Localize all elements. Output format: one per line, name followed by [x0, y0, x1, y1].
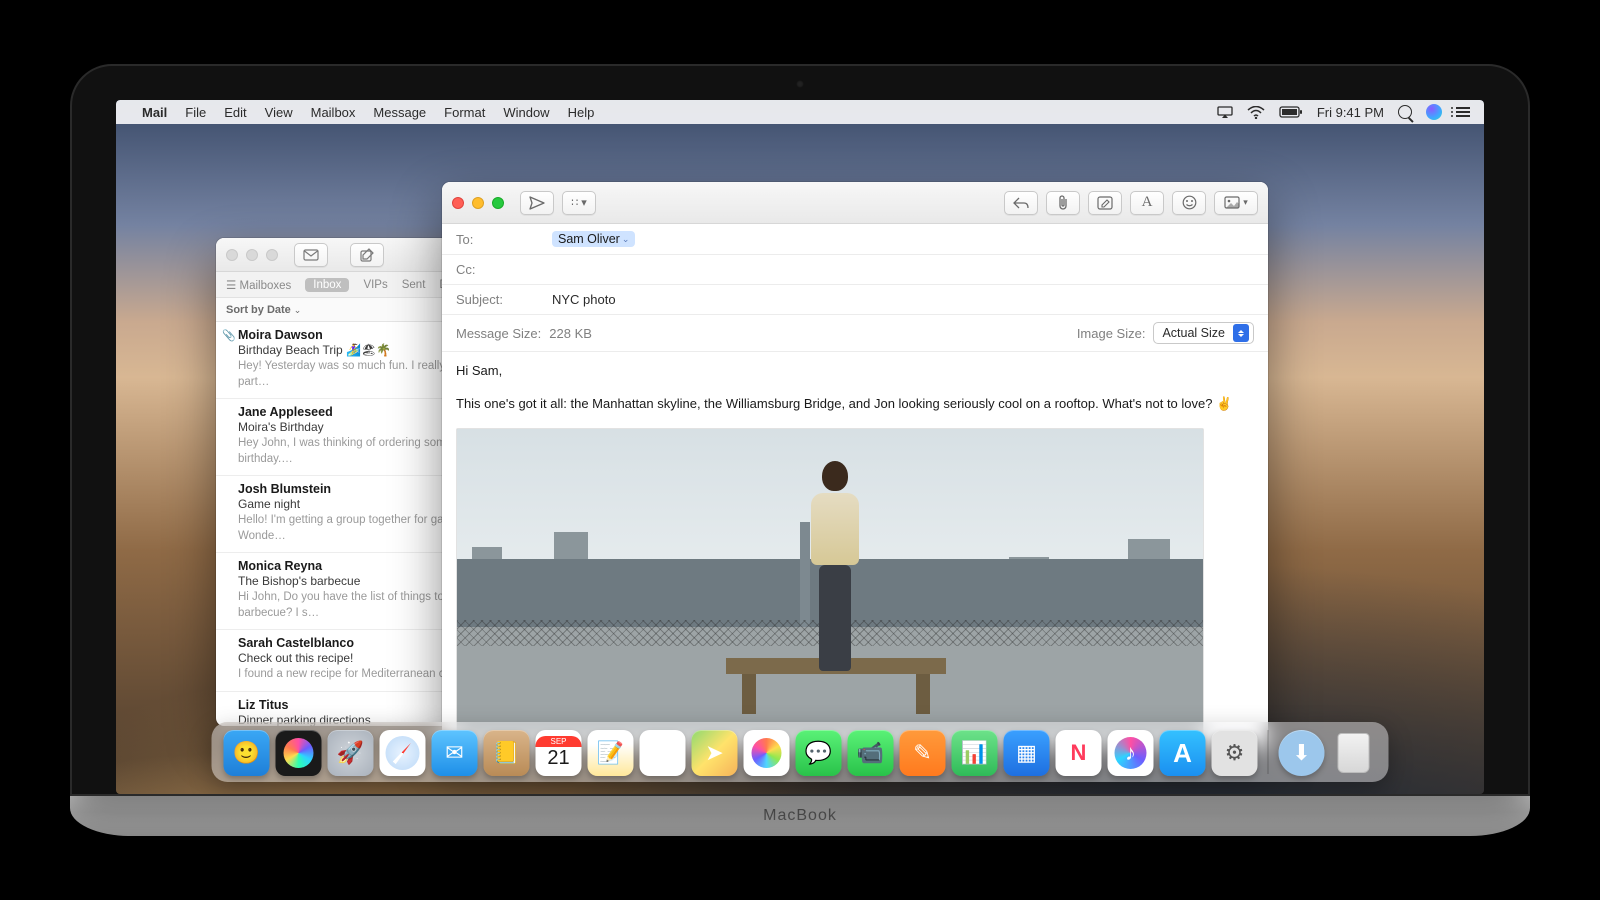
format-button[interactable]: A	[1130, 191, 1164, 215]
cc-label: Cc:	[456, 262, 552, 277]
dock-calendar-icon[interactable]: SEP21	[536, 730, 582, 776]
message-sender: Moira Dawson	[238, 328, 323, 342]
favorites-vips[interactable]: VIPs	[363, 279, 387, 291]
message-sender: Monica Reyna	[238, 559, 322, 573]
window-controls	[226, 249, 278, 261]
dock-contacts-icon[interactable]: 📒	[484, 730, 530, 776]
emoji-button[interactable]	[1172, 191, 1206, 215]
dock-finder-icon[interactable]: 🙂	[224, 730, 270, 776]
desktop-screen: Mail File Edit View Mailbox Message Form…	[116, 100, 1484, 794]
attached-photo[interactable]	[456, 428, 1204, 740]
menubar-app-name[interactable]: Mail	[142, 105, 167, 120]
menubar-file[interactable]: File	[185, 105, 206, 120]
dock-pages-icon[interactable]: ✎	[900, 730, 946, 776]
select-stepper-icon	[1233, 324, 1249, 342]
compose-titlebar[interactable]: ∷ ▾ A ▾	[442, 182, 1268, 224]
dock-appstore-icon[interactable]: A	[1160, 730, 1206, 776]
screen-bezel: Mail File Edit View Mailbox Message Form…	[70, 64, 1530, 796]
message-sender: Josh Blumstein	[238, 482, 331, 496]
message-sender: Jane Appleseed	[238, 405, 333, 419]
dock-maps-icon[interactable]: ➤	[692, 730, 738, 776]
favorites-sent[interactable]: Sent	[402, 279, 426, 291]
send-button[interactable]	[520, 191, 554, 215]
window-controls	[452, 197, 504, 209]
dock-downloads-icon[interactable]: ⬇︎	[1279, 730, 1325, 776]
dock-news-icon[interactable]: N	[1056, 730, 1102, 776]
compose-button[interactable]	[350, 243, 384, 267]
image-size-label: Image Size:	[1077, 326, 1146, 341]
favorites-inbox[interactable]: Inbox	[305, 278, 349, 292]
message-size-row: Message Size: 228 KB Image Size: Actual …	[442, 315, 1268, 352]
dock-itunes-icon[interactable]: ♪	[1108, 730, 1154, 776]
attach-button[interactable]	[1046, 191, 1080, 215]
dock-separator	[1268, 730, 1269, 774]
spotlight-search-icon[interactable]	[1398, 105, 1412, 119]
macos-menubar: Mail File Edit View Mailbox Message Form…	[116, 100, 1484, 124]
dock: 🙂 🚀 ✉︎ 📒 SEP21 📝 ☑︎ ➤ 💬 📹 ✎ 📊 ▦ N ♪ A	[212, 722, 1389, 782]
window-zoom-button[interactable]	[492, 197, 504, 209]
subject-label: Subject:	[456, 292, 552, 307]
wifi-icon[interactable]	[1247, 106, 1265, 119]
menubar-help[interactable]: Help	[568, 105, 595, 120]
compose-body[interactable]: Hi Sam, This one's got it all: the Manha…	[442, 352, 1268, 748]
body-greeting: Hi Sam,	[456, 362, 1254, 381]
laptop-hinge: MacBook	[70, 796, 1530, 836]
sort-label: Sort by Date	[226, 304, 291, 316]
recipient-chip[interactable]: Sam Oliver⌄	[552, 231, 635, 247]
dock-notes-icon[interactable]: 📝	[588, 730, 634, 776]
photo-browser-button[interactable]: ▾	[1214, 191, 1258, 215]
dock-sysprefs-icon[interactable]: ⚙︎	[1212, 730, 1258, 776]
dock-facetime-icon[interactable]: 📹	[848, 730, 894, 776]
message-size-label: Message Size:	[456, 326, 541, 341]
window-minimize-button[interactable]	[472, 197, 484, 209]
cc-field-row[interactable]: Cc:	[442, 255, 1268, 285]
window-minimize-button[interactable]	[246, 249, 258, 261]
dock-photos-icon[interactable]	[744, 730, 790, 776]
compose-window[interactable]: ∷ ▾ A ▾ To: Sam Oliver⌄ Cc: Sub	[442, 182, 1268, 748]
dock-messages-icon[interactable]: 💬	[796, 730, 842, 776]
message-sender: Liz Titus	[238, 698, 288, 712]
dock-siri-icon[interactable]	[276, 730, 322, 776]
dock-numbers-icon[interactable]: 📊	[952, 730, 998, 776]
dock-launchpad-icon[interactable]: 🚀	[328, 730, 374, 776]
menubar-edit[interactable]: Edit	[224, 105, 246, 120]
dock-keynote-icon[interactable]: ▦	[1004, 730, 1050, 776]
dock-trash-icon[interactable]	[1331, 730, 1377, 776]
siri-menubar-icon[interactable]	[1426, 104, 1442, 120]
dock-reminders-icon[interactable]: ☑︎	[640, 730, 686, 776]
to-field-row[interactable]: To: Sam Oliver⌄	[442, 224, 1268, 255]
body-paragraph: This one's got it all: the Manhattan sky…	[456, 395, 1254, 414]
message-size-value: 228 KB	[549, 326, 592, 341]
message-sender: Sarah Castelblanco	[238, 636, 354, 650]
window-close-button[interactable]	[226, 249, 238, 261]
image-size-select[interactable]: Actual Size	[1153, 322, 1254, 344]
sort-by-button[interactable]: Sort by Date⌄	[226, 304, 301, 316]
header-fields-button[interactable]: ∷ ▾	[562, 191, 596, 215]
get-mail-button[interactable]	[294, 243, 328, 267]
reply-button[interactable]	[1004, 191, 1038, 215]
favorites-mailboxes[interactable]: ☰ Mailboxes	[226, 278, 291, 292]
dock-safari-icon[interactable]	[380, 730, 426, 776]
attachment-icon: 📎	[222, 329, 236, 342]
subject-value[interactable]: NYC photo	[552, 292, 616, 307]
camera	[796, 80, 804, 88]
laptop-frame: Mail File Edit View Mailbox Message Form…	[70, 64, 1530, 836]
dock-mail-icon[interactable]: ✉︎	[432, 730, 478, 776]
airplay-icon[interactable]	[1217, 106, 1233, 118]
window-zoom-button[interactable]	[266, 249, 278, 261]
menubar-clock[interactable]: Fri 9:41 PM	[1317, 105, 1384, 120]
subject-field-row[interactable]: Subject: NYC photo	[442, 285, 1268, 315]
hardware-label: MacBook	[763, 807, 837, 825]
menubar-format[interactable]: Format	[444, 105, 485, 120]
menubar-mailbox[interactable]: Mailbox	[311, 105, 356, 120]
window-close-button[interactable]	[452, 197, 464, 209]
battery-icon[interactable]	[1279, 106, 1303, 118]
image-size-value: Actual Size	[1162, 326, 1225, 340]
menubar-window[interactable]: Window	[503, 105, 549, 120]
markup-button[interactable]	[1088, 191, 1122, 215]
to-label: To:	[456, 232, 552, 247]
notification-center-icon[interactable]	[1456, 107, 1470, 117]
menubar-view[interactable]: View	[265, 105, 293, 120]
menubar-message[interactable]: Message	[373, 105, 426, 120]
